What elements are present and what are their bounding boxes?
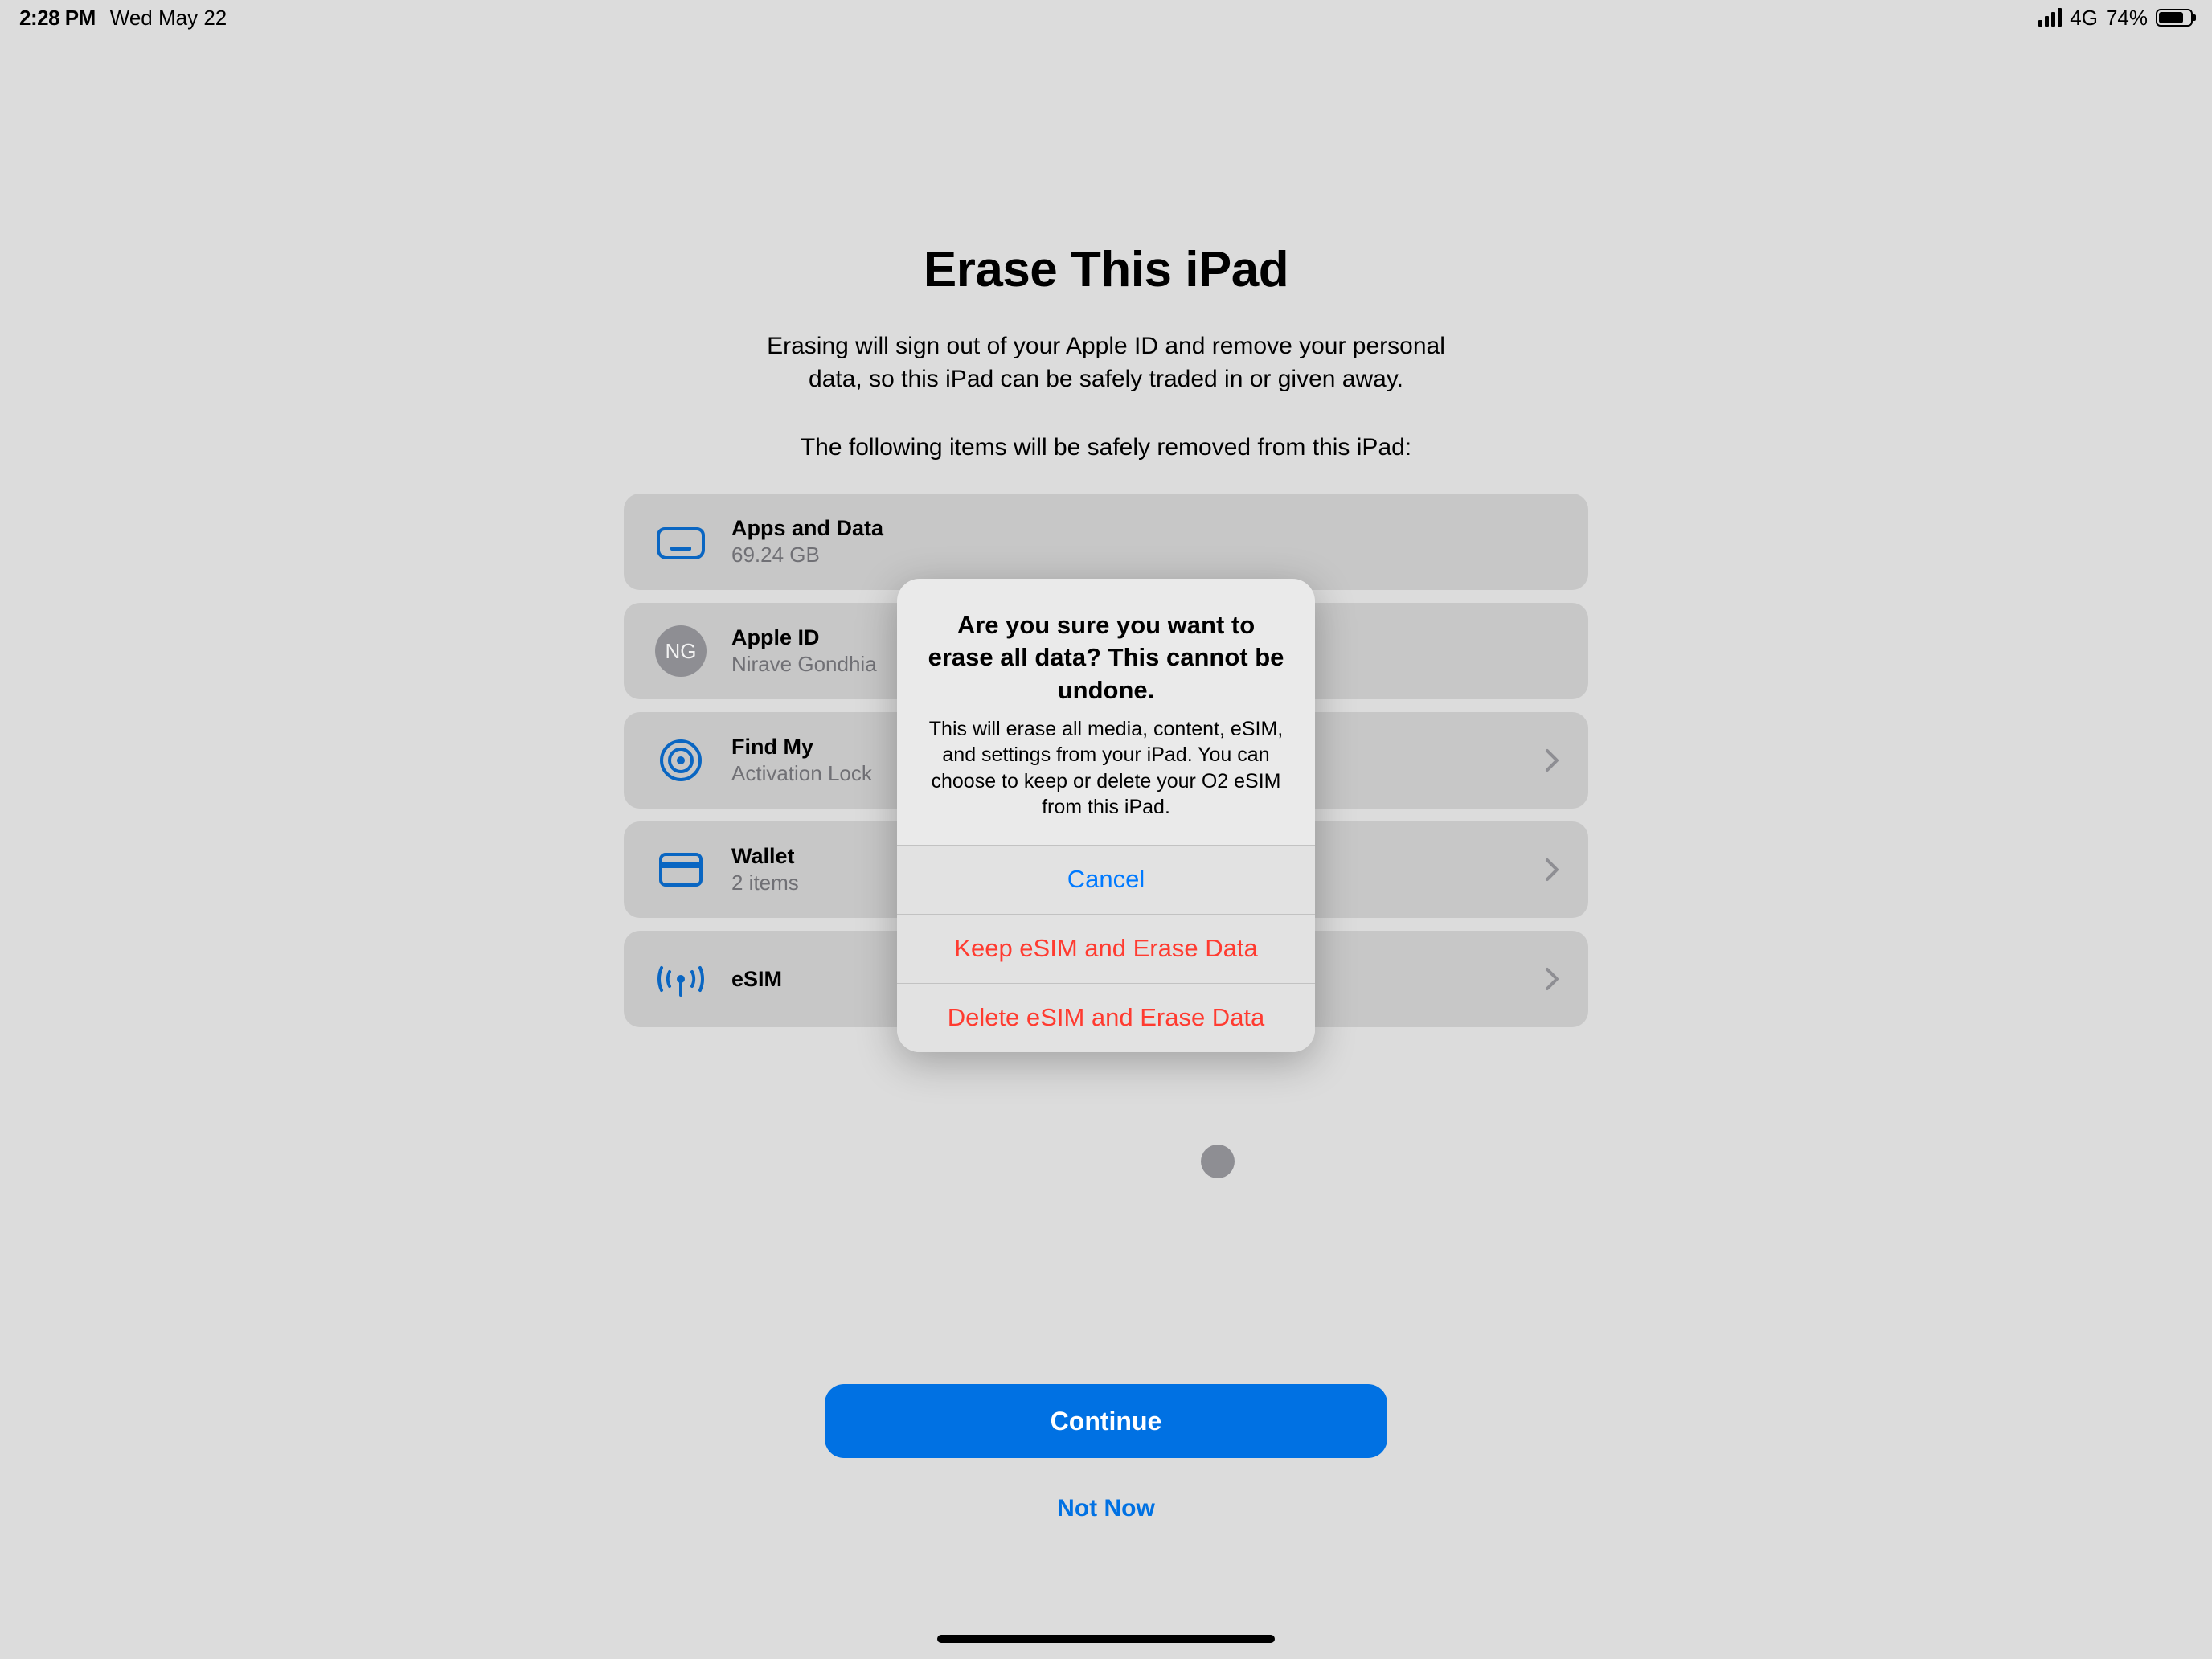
item-wallet-title: Wallet: [731, 844, 799, 869]
item-findmy-subtitle: Activation Lock: [731, 761, 872, 786]
alert-delete-esim-button[interactable]: Delete eSIM and Erase Data: [897, 983, 1315, 1052]
chevron-right-icon: [1545, 858, 1559, 882]
continue-button[interactable]: Continue: [825, 1384, 1387, 1458]
chevron-right-icon: [1545, 748, 1559, 772]
user-avatar-icon: NG: [653, 623, 709, 679]
pointer-cursor: [1201, 1145, 1235, 1178]
item-appleid-subtitle: Nirave Gondhia: [731, 652, 877, 677]
item-apps-title: Apps and Data: [731, 516, 883, 541]
page-subheading: The following items will be safely remov…: [801, 434, 1411, 461]
not-now-button[interactable]: Not Now: [1057, 1495, 1155, 1522]
wallet-icon: [653, 842, 709, 898]
item-apps-subtitle: 69.24 GB: [731, 543, 883, 567]
esim-signal-icon: [653, 951, 709, 1007]
alert-keep-esim-button[interactable]: Keep eSIM and Erase Data: [897, 914, 1315, 983]
item-apps-and-data: Apps and Data 69.24 GB: [624, 494, 1588, 590]
page-description: Erasing will sign out of your Apple ID a…: [764, 330, 1448, 395]
page-title: Erase This iPad: [924, 241, 1288, 298]
alert-message: This will erase all media, content, eSIM…: [924, 716, 1288, 821]
bottom-action-area: Continue Not Now: [0, 1384, 2212, 1522]
item-esim-title: eSIM: [731, 967, 782, 992]
chevron-right-icon: [1545, 967, 1559, 991]
storage-drive-icon: [653, 514, 709, 570]
alert-cancel-button[interactable]: Cancel: [897, 845, 1315, 914]
item-appleid-title: Apple ID: [731, 625, 877, 650]
find-my-icon: [653, 732, 709, 789]
user-monogram: NG: [655, 625, 707, 677]
item-wallet-subtitle: 2 items: [731, 870, 799, 895]
erase-confirmation-alert: Are you sure you want to erase all data?…: [897, 579, 1315, 1052]
home-indicator[interactable]: [937, 1635, 1275, 1643]
alert-title: Are you sure you want to erase all data?…: [924, 609, 1288, 707]
item-findmy-title: Find My: [731, 735, 872, 760]
